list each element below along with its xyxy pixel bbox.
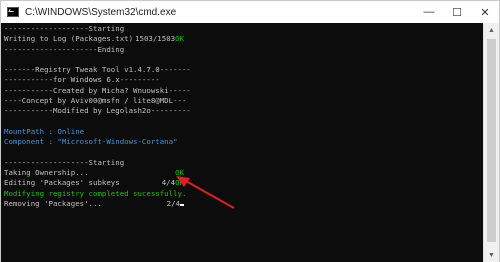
console-line: -------Registry Tweak Tool v1.4.7.0-----… <box>4 65 191 75</box>
status-value: OK <box>175 168 184 178</box>
console-output[interactable]: -------------------Starting Writing to Lo… <box>1 23 483 262</box>
console-line: Editing 'Packages' subkeys 4/4OK <box>4 178 184 188</box>
console-line: -------------------Starting <box>4 24 184 34</box>
console-line-text: MountPath : Online <box>4 126 85 136</box>
scroll-up-arrow-icon[interactable]: ▲ <box>484 23 499 37</box>
console-line-text: ----Concept by Aviv00@msfn / lite8@MDL--… <box>4 96 187 106</box>
scrollbar-thumb[interactable] <box>487 39 496 242</box>
console-line: Writing to Log (Packages.txt) 1503/1503OK <box>4 34 184 44</box>
console-lines: -------------------Starting Writing to Lo… <box>4 24 191 209</box>
console-line-text: -----------for Windows 6.x--------- <box>4 75 160 85</box>
console-line: Taking Ownership... OK <box>4 168 184 178</box>
console-line: MountPath : Online <box>4 127 184 137</box>
console-line: -----------Created by Micha? Wnuowski---… <box>4 86 191 96</box>
console-line-text: Removing 'Packages'... <box>4 199 102 209</box>
close-button[interactable]: ✕ <box>471 1 499 23</box>
console-line-text: Component : "Microsoft-Windows-Cortana" <box>4 137 178 147</box>
cmd-app-icon <box>7 7 19 17</box>
console-line-status: 4/4OK <box>162 178 184 188</box>
console-line: ----Concept by Aviv00@msfn / lite8@MDL--… <box>4 96 187 106</box>
console-line: -------------------Starting <box>4 158 184 168</box>
status-ok: OK <box>175 34 184 44</box>
status-value: 2/4 <box>166 199 180 209</box>
window-title: C:\WINDOWS\System32\cmd.exe <box>25 6 177 18</box>
cmd-window: C:\WINDOWS\System32\cmd.exe — ☐ ✕ ------… <box>0 0 500 262</box>
console-line-text: -------------------Starting <box>4 157 125 167</box>
console-line-status: OK <box>175 168 184 178</box>
console-line: Removing 'Packages'... 2/4 <box>4 199 184 209</box>
console-line: Modifying registry completed sucessfully… <box>4 188 187 199</box>
console-line-text: Modifying registry completed sucessfully… <box>4 188 187 198</box>
status-value: 4/4 <box>161 178 176 188</box>
console-line-text: -----------Created by Micha? Wnuowski---… <box>4 85 191 95</box>
vertical-scrollbar[interactable]: ▲ ▼ <box>483 23 499 262</box>
text-cursor <box>180 204 184 207</box>
console-line-text: -------Registry Tweak Tool v1.4.7.0-----… <box>4 65 191 75</box>
console-line: ---------------------Ending <box>4 45 184 55</box>
maximize-button[interactable]: ☐ <box>443 1 471 23</box>
minimize-button[interactable]: — <box>415 1 443 23</box>
console-line-text: -------------------Starting <box>4 24 125 33</box>
console-line: Component : "Microsoft-Windows-Cortana" <box>4 137 184 147</box>
console-line-text: Editing 'Packages' subkeys <box>4 178 120 188</box>
status-value: 1503/1503 <box>135 34 176 44</box>
console-line: -----------for Windows 6.x--------- <box>4 75 184 85</box>
console-line-text: ---------------------Ending <box>4 44 125 54</box>
window-controls: — ☐ ✕ <box>415 1 499 23</box>
console-line: -----------Modified by Legolash2o-------… <box>4 106 191 116</box>
title-bar[interactable]: C:\WINDOWS\System32\cmd.exe — ☐ ✕ <box>1 1 499 23</box>
status-ok: OK <box>175 178 184 188</box>
console-line-text: Taking Ownership... <box>4 168 89 178</box>
console-line-status: 1503/1503OK <box>135 34 184 44</box>
console-line-status: 2/4 <box>167 199 184 209</box>
scroll-down-arrow-icon[interactable]: ▼ <box>484 248 499 262</box>
console-line-text: Writing to Log (Packages.txt) <box>4 34 134 44</box>
console-line-text: -----------Modified by Legolash2o-------… <box>4 106 191 116</box>
